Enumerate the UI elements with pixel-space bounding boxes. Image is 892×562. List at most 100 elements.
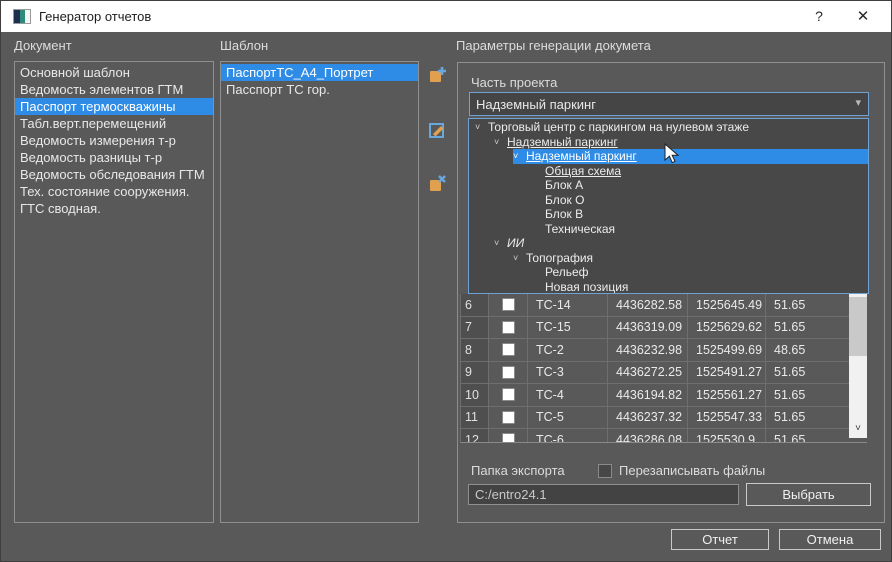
table-scrollbar[interactable]: ˅	[849, 294, 867, 438]
cell-name: ТС-6	[528, 429, 608, 443]
add-template-button[interactable]	[427, 64, 449, 86]
checkbox-cell	[489, 407, 528, 430]
report-generator-dialog: Генератор отчетов ? ✕ Документ Шаблон Па…	[0, 0, 892, 562]
tree-item-label: ИИ	[507, 236, 524, 250]
table-row: 12ТС-64436286.081525530.951.65	[461, 429, 867, 443]
table-row: 10 ТС-44436194.821525561.2751.65	[461, 384, 867, 407]
tree-item[interactable]: ˅Блок О	[469, 193, 868, 208]
chevron-down-icon: ˅	[475, 122, 488, 132]
cell-x: 4436194.82	[608, 384, 688, 407]
document-item[interactable]: Ведомость обследования ГТМ	[15, 166, 213, 183]
row-checkbox[interactable]	[502, 298, 515, 311]
document-panel-label: Документ	[14, 38, 72, 54]
tree-indent	[469, 164, 532, 179]
cell-z: 51.65	[766, 294, 850, 317]
row-checkbox[interactable]	[502, 433, 515, 443]
document-item[interactable]: Основной шаблон	[15, 64, 213, 81]
document-item[interactable]: Ведомость разницы т-р	[15, 149, 213, 166]
document-edit-icon	[428, 120, 448, 140]
tree-item[interactable]: ˅Блок В	[469, 207, 868, 222]
cell-name: ТС-14	[528, 294, 608, 317]
cell-x: 4436319.09	[608, 317, 688, 340]
tree-indent	[469, 178, 532, 193]
row-number: 10	[461, 384, 489, 407]
tree-item[interactable]: ˅Общая схема	[469, 164, 868, 179]
tree-item[interactable]: ˅Рельеф	[469, 265, 868, 280]
tree-item-label: Блок А	[545, 178, 583, 192]
mouse-cursor	[664, 143, 684, 165]
table-row: 7ТС-154436319.091525629.6251.65	[461, 317, 867, 340]
titlebar: Генератор отчетов ? ✕	[1, 1, 891, 32]
row-checkbox[interactable]	[502, 321, 515, 334]
template-item[interactable]: Пасспорт ТС гор.	[221, 81, 418, 98]
tree-item-label: Топография	[526, 251, 593, 265]
cancel-button[interactable]: Отмена	[779, 529, 881, 550]
row-checkbox[interactable]	[502, 366, 515, 379]
cell-y: 1525491.27	[688, 362, 766, 385]
row-checkbox[interactable]	[502, 343, 515, 356]
template-list: ПаспортТС_А4_ПортретПасспорт ТС гор.	[220, 61, 419, 523]
tree-item-body: ˅Топография	[513, 251, 868, 266]
tree-indent	[469, 207, 532, 222]
tree-indent	[469, 149, 513, 164]
scroll-down-icon[interactable]: ˅	[849, 421, 867, 437]
tree-item[interactable]: ˅Новая позиция	[469, 280, 868, 295]
tree-item-label: Торговый центр с паркингом на нулевом эт…	[488, 120, 749, 134]
help-button[interactable]: ?	[803, 1, 835, 32]
tree-item-label: Общая схема	[545, 164, 621, 178]
params-panel-label: Параметры генерации докумета	[456, 38, 651, 54]
close-button[interactable]: ✕	[845, 1, 881, 32]
app-icon	[13, 9, 31, 24]
tree-item-body: ˅Блок О	[532, 193, 868, 208]
row-number: 12	[461, 429, 489, 443]
overwrite-checkbox[interactable]	[598, 464, 612, 478]
document-item[interactable]: Табл.верт.перемещений	[15, 115, 213, 132]
tree-indent	[469, 236, 494, 251]
cell-y: 1525530.9	[688, 429, 766, 443]
document-item[interactable]: Ведомость элементов ГТМ	[15, 81, 213, 98]
browse-button[interactable]: Выбрать	[746, 483, 871, 506]
tree-item-body: ˅Техническая	[532, 222, 868, 237]
project-part-combobox[interactable]: Надземный паркинг ▾	[469, 92, 869, 116]
tree-item-body: ˅Блок В	[532, 207, 868, 222]
delete-template-button[interactable]	[427, 173, 449, 195]
template-panel-label: Шаблон	[220, 38, 268, 54]
document-item[interactable]: Тех. состояние сооружения.	[15, 183, 213, 200]
document-item[interactable]: ГТС сводная.	[15, 200, 213, 217]
tree-indent	[469, 280, 532, 295]
cell-name: ТС-2	[528, 339, 608, 362]
overwrite-label: Перезаписывать файлы	[619, 463, 765, 479]
report-button[interactable]: Отчет	[671, 529, 769, 550]
cell-x: 4436286.08	[608, 429, 688, 443]
tree-item-body: ˅ИИ	[494, 236, 868, 251]
tree-indent	[469, 265, 532, 280]
edit-template-button[interactable]	[427, 119, 449, 141]
document-item[interactable]: Ведомость измерения т-р	[15, 132, 213, 149]
row-checkbox[interactable]	[502, 411, 515, 424]
cell-y: 1525629.62	[688, 317, 766, 340]
tree-item[interactable]: ˅Торговый центр с паркингом на нулевом э…	[469, 120, 868, 135]
cell-z: 51.65	[766, 362, 850, 385]
table-row: 8ТС-24436232.981525499.6948.65	[461, 339, 867, 362]
cell-name: ТС-15	[528, 317, 608, 340]
tree-item-body: ˅Торговый центр с паркингом на нулевом э…	[475, 120, 868, 135]
tree-item[interactable]: ˅Техническая	[469, 222, 868, 237]
tree-indent	[469, 251, 513, 266]
table-row: 9ТС-34436272.251525491.2751.65	[461, 362, 867, 385]
cell-y: 1525499.69	[688, 339, 766, 362]
chevron-down-icon: ˅	[494, 238, 507, 248]
template-item[interactable]: ПаспортТС_А4_Портрет	[221, 64, 418, 81]
tree-item[interactable]: ˅Топография	[469, 251, 868, 266]
tree-indent	[469, 135, 494, 150]
cell-z: 51.65	[766, 384, 850, 407]
tree-item[interactable]: ˅ИИ	[469, 236, 868, 251]
cell-y: 1525561.27	[688, 384, 766, 407]
document-item[interactable]: Пасспорт термоскважины	[15, 98, 213, 115]
table-row: 6ТС-144436282.581525645.4951.65	[461, 294, 867, 317]
cell-name: ТС-4	[528, 384, 608, 407]
scrollbar-thumb[interactable]	[849, 297, 867, 356]
row-checkbox[interactable]	[502, 388, 515, 401]
tree-item[interactable]: ˅Блок А	[469, 178, 868, 193]
export-path-input[interactable]	[468, 484, 739, 505]
row-number: 7	[461, 317, 489, 340]
